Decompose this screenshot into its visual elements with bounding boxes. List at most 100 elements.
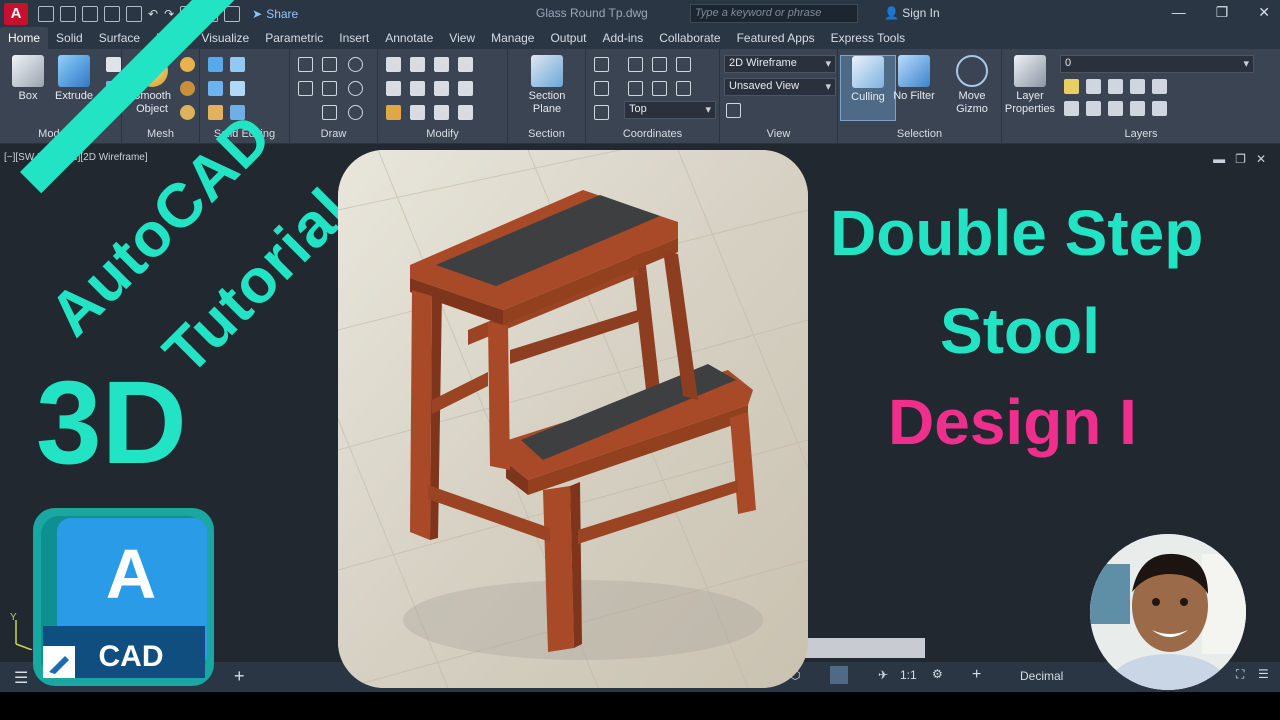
ucs-object-icon[interactable] [652,81,667,96]
app-menu-button[interactable]: A [4,2,28,25]
mesh-box-icon[interactable] [180,57,195,72]
layer-properties-button[interactable]: Layer Properties [1002,55,1058,116]
ucs-x-icon[interactable] [652,57,667,72]
polyline-icon[interactable] [322,57,337,72]
close-icon[interactable]: ✕ [1258,4,1270,21]
sign-in-button[interactable]: 👤 Sign In [884,6,940,20]
viewport-config-icon[interactable] [726,103,741,118]
tab-add-ins[interactable]: Add-ins [595,27,652,49]
vp-minimize-icon[interactable]: ▬ [1213,152,1225,166]
command-line[interactable] [790,638,925,658]
layers-panel-label: Layers [1124,128,1158,140]
offset-icon[interactable] [434,105,449,120]
array-icon[interactable] [458,105,473,120]
ucs-y-icon[interactable] [676,57,691,72]
tab-collaborate[interactable]: Collaborate [651,27,728,49]
helix-icon[interactable] [322,81,337,96]
layer-walk-icon[interactable] [1086,101,1101,116]
subtract-icon[interactable] [230,57,245,72]
fillet-icon[interactable] [458,81,473,96]
rotate-icon[interactable] [386,81,401,96]
line-icon[interactable] [298,57,313,72]
search-input[interactable]: Type a keyword or phrase [690,4,858,23]
annotation-visibility-icon[interactable]: ✈ [878,668,888,682]
layer-on-icon[interactable] [1064,79,1079,94]
ucs-face-icon[interactable] [676,81,691,96]
tab-home[interactable]: Home [0,27,49,49]
ellipse-icon[interactable] [348,105,363,120]
layer-match-icon[interactable] [1130,79,1145,94]
move-icon[interactable] [386,57,401,72]
layer-iso-icon[interactable] [1152,79,1167,94]
open-icon[interactable] [60,5,76,22]
tab-insert[interactable]: Insert [331,27,377,49]
stretch-icon[interactable] [434,57,449,72]
tab-view[interactable]: View [441,27,483,49]
new-icon[interactable] [38,5,54,22]
tab-featured-apps[interactable]: Featured Apps [729,27,823,49]
tab-manage[interactable]: Manage [483,27,542,49]
snap-plus-icon[interactable]: + [972,666,981,684]
layer-select[interactable]: 0 [1060,55,1254,73]
undo-icon[interactable]: ↶ [148,7,158,21]
mirror-icon[interactable] [434,81,449,96]
copy-icon[interactable] [410,57,425,72]
extrude-button[interactable]: Extrude [46,55,102,103]
erase-icon[interactable] [386,105,401,120]
ucs-view-icon[interactable] [628,81,643,96]
no-filter-button[interactable]: No Filter [886,55,942,103]
arc-icon[interactable] [348,57,363,72]
units-select[interactable]: Decimal [1020,669,1063,683]
maximize-icon[interactable]: ❐ [1216,4,1229,21]
customize-icon[interactable]: ☰ [1258,667,1269,681]
annotation-scale[interactable]: 1:1 [900,668,917,682]
trim-icon[interactable] [458,57,473,72]
layer-freeze-icon[interactable] [1086,79,1101,94]
intersect-icon[interactable] [208,81,223,96]
vp-restore-icon[interactable]: ❐ [1235,152,1246,166]
ucs-icon-toggle[interactable] [594,105,609,120]
mesh-refine-icon[interactable] [180,105,195,120]
visual-style-select[interactable]: 2D Wireframe [724,55,836,73]
layer-merge-icon[interactable] [1152,101,1167,116]
circle-icon[interactable] [348,81,363,96]
tab-annotate[interactable]: Annotate [377,27,441,49]
union-icon[interactable] [208,57,223,72]
minimize-icon[interactable]: — [1172,4,1186,21]
ucs-origin-icon[interactable] [628,57,643,72]
saved-view-select[interactable]: Unsaved View [724,78,836,96]
tab-parametric[interactable]: Parametric [257,27,331,49]
slice-icon[interactable] [230,81,245,96]
save-as-icon[interactable] [104,5,120,22]
scale-icon[interactable] [410,81,425,96]
title-line3: Design I [888,386,1137,458]
tab-output[interactable]: Output [542,27,594,49]
explode-icon[interactable] [410,105,425,120]
layer-unlock-icon[interactable] [1108,101,1123,116]
tab-surface[interactable]: Surface [91,27,148,49]
workspace-gear-icon[interactable]: ⚙ [932,667,943,681]
culling-label: Culling [851,91,885,103]
print-icon[interactable] [126,5,142,22]
spline-icon[interactable] [298,81,313,96]
rectangle-icon[interactable] [322,105,337,120]
layer-lock-icon[interactable] [1108,79,1123,94]
view-direction-select[interactable]: Top [624,101,716,119]
fullscreen-icon[interactable]: ⛶ [1236,667,1244,682]
annotation-monitor-icon[interactable] [830,666,848,684]
tab-solid[interactable]: Solid [48,27,91,49]
menu-icon[interactable]: ☰ [14,668,28,688]
layer-thaw-icon[interactable] [1130,101,1145,116]
layer-previous-icon[interactable] [1064,101,1079,116]
vp-close-icon[interactable]: ✕ [1256,152,1266,166]
move-gizmo-button[interactable]: Move Gizmo [944,55,1000,116]
mesh-smooth-icon[interactable] [180,81,195,96]
ucs-world-icon[interactable] [594,81,609,96]
section-plane-button[interactable]: Section Plane [519,55,575,116]
share-button[interactable]: ➤ Share [252,7,298,21]
tab-express-tools[interactable]: Express Tools [823,27,913,49]
ucs-icon[interactable] [594,57,609,72]
add-layout-icon[interactable]: + [234,666,245,687]
solid-primitive-icon[interactable] [106,57,121,72]
save-icon[interactable] [82,5,98,22]
